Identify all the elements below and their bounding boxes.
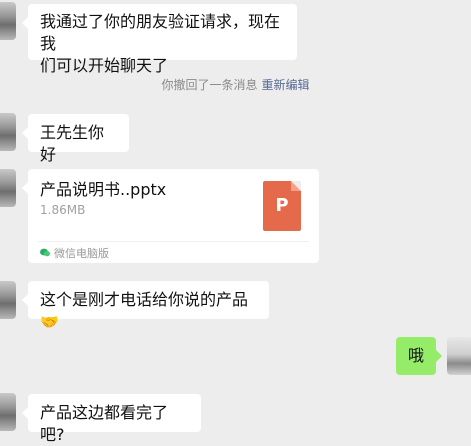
- message-bubble[interactable]: 这个是刚才电话给你说的产品 🤝: [22, 281, 269, 331]
- recall-notice-text: 你撤回了一条消息: [161, 78, 258, 92]
- message-text: 哦: [407, 346, 424, 365]
- file-source-label: 微信电脑版: [54, 247, 109, 260]
- message-text: 这个是刚才电话给你说的产品: [40, 290, 249, 309]
- message-text-line-2: 们可以开始聊天了: [40, 56, 169, 75]
- contact-avatar[interactable]: [0, 281, 16, 319]
- pptx-file-icon: P: [263, 181, 301, 231]
- contact-avatar[interactable]: [0, 169, 16, 207]
- my-message-bubble[interactable]: 哦: [396, 337, 442, 375]
- file-message-card[interactable]: 产品说明书..pptx 1.86MB P 微信电脑版: [22, 169, 319, 264]
- contact-avatar[interactable]: [0, 2, 16, 40]
- file-size: 1.86MB: [40, 203, 86, 217]
- handshake-emoji: 🤝: [40, 313, 59, 331]
- message-text-line-1: 我通过了你的朋友验证请求，现在我: [40, 12, 281, 53]
- message-text: 产品这边都看完了吧?: [40, 403, 169, 444]
- message-text: 王先生你好: [40, 123, 105, 164]
- re-edit-link[interactable]: 重新编辑: [262, 78, 310, 92]
- file-name: 产品说明书..pptx: [40, 180, 167, 199]
- contact-avatar[interactable]: [0, 113, 16, 151]
- message-bubble[interactable]: 我通过了你的朋友验证请求，现在我 们可以开始聊天了: [22, 4, 297, 75]
- contact-avatar[interactable]: [0, 393, 16, 431]
- message-bubble[interactable]: 王先生你好: [22, 114, 129, 164]
- my-avatar[interactable]: [447, 337, 471, 375]
- file-source-footer: 微信电脑版: [38, 241, 309, 264]
- file-type-letter: P: [275, 195, 289, 216]
- system-notice: 你撤回了一条消息 重新编辑: [0, 76, 471, 93]
- message-bubble[interactable]: 产品这边都看完了吧?: [22, 394, 201, 444]
- wechat-icon: [40, 248, 50, 257]
